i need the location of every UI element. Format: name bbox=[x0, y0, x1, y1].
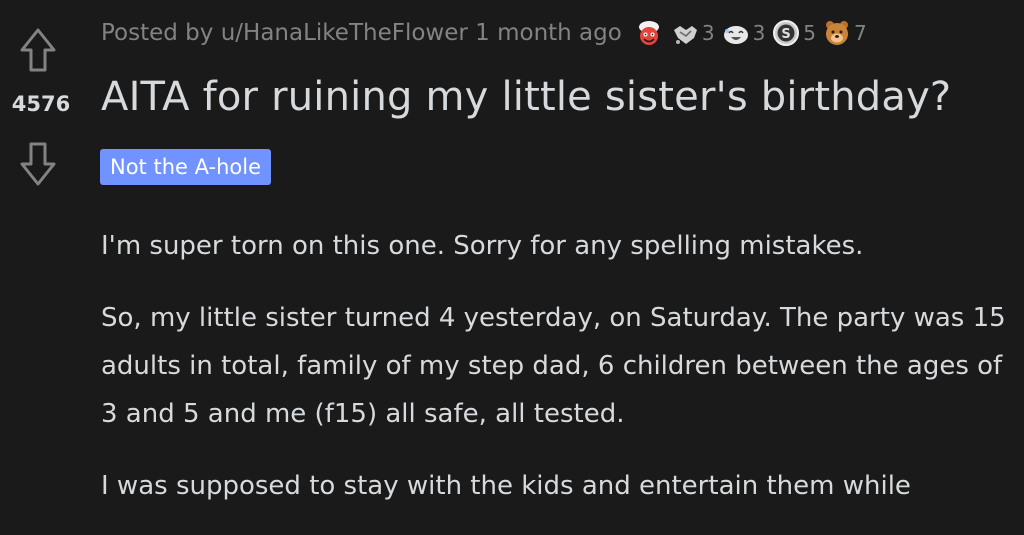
handshake-award-icon bbox=[673, 26, 697, 44]
bear-award-icon bbox=[826, 21, 849, 45]
award-handshake[interactable]: 3 bbox=[670, 18, 715, 48]
award-count: 3 bbox=[752, 21, 766, 45]
silver-award-icon: S bbox=[773, 20, 800, 46]
award-bear[interactable]: 7 bbox=[822, 18, 867, 48]
upvote-button[interactable] bbox=[18, 26, 58, 76]
downvote-button[interactable] bbox=[18, 138, 58, 188]
award-count: 5 bbox=[803, 21, 817, 45]
post-meta: Posted by u/HanaLikeTheFlower 1 month ag… bbox=[101, 16, 873, 50]
svg-text:S: S bbox=[782, 27, 791, 42]
vote-score: 4576 bbox=[11, 92, 71, 116]
body-paragraph: I was supposed to stay with the kids and… bbox=[101, 471, 911, 501]
body-paragraph: So, my little sister turned 4 yesterday,… bbox=[101, 303, 1006, 429]
wholesome-award-icon bbox=[638, 21, 659, 45]
upvote-arrow-icon bbox=[20, 28, 56, 72]
posted-by-text[interactable]: Posted by u/HanaLikeTheFlower 1 month ag… bbox=[101, 20, 622, 46]
award-silver[interactable]: S 5 bbox=[771, 18, 816, 48]
award-count: 3 bbox=[701, 21, 715, 45]
award-wholesome[interactable] bbox=[634, 18, 664, 48]
laughing-award-icon bbox=[723, 26, 748, 44]
post-container: 4576 Posted by u/HanaLikeTheFlower 1 mon… bbox=[0, 0, 1024, 535]
post-flair[interactable]: Not the A-hole bbox=[100, 149, 271, 185]
body-paragraph: I'm super torn on this one. Sorry for an… bbox=[101, 231, 864, 261]
awards-list[interactable]: 3 3 S 5 7 bbox=[634, 18, 873, 48]
award-count: 7 bbox=[854, 21, 867, 45]
post-body: I'm super torn on this one. Sorry for an… bbox=[101, 222, 1016, 534]
post-title[interactable]: AITA for ruining my little sister's birt… bbox=[101, 74, 951, 120]
downvote-arrow-icon bbox=[20, 142, 56, 186]
award-laughing[interactable]: 3 bbox=[721, 18, 766, 48]
